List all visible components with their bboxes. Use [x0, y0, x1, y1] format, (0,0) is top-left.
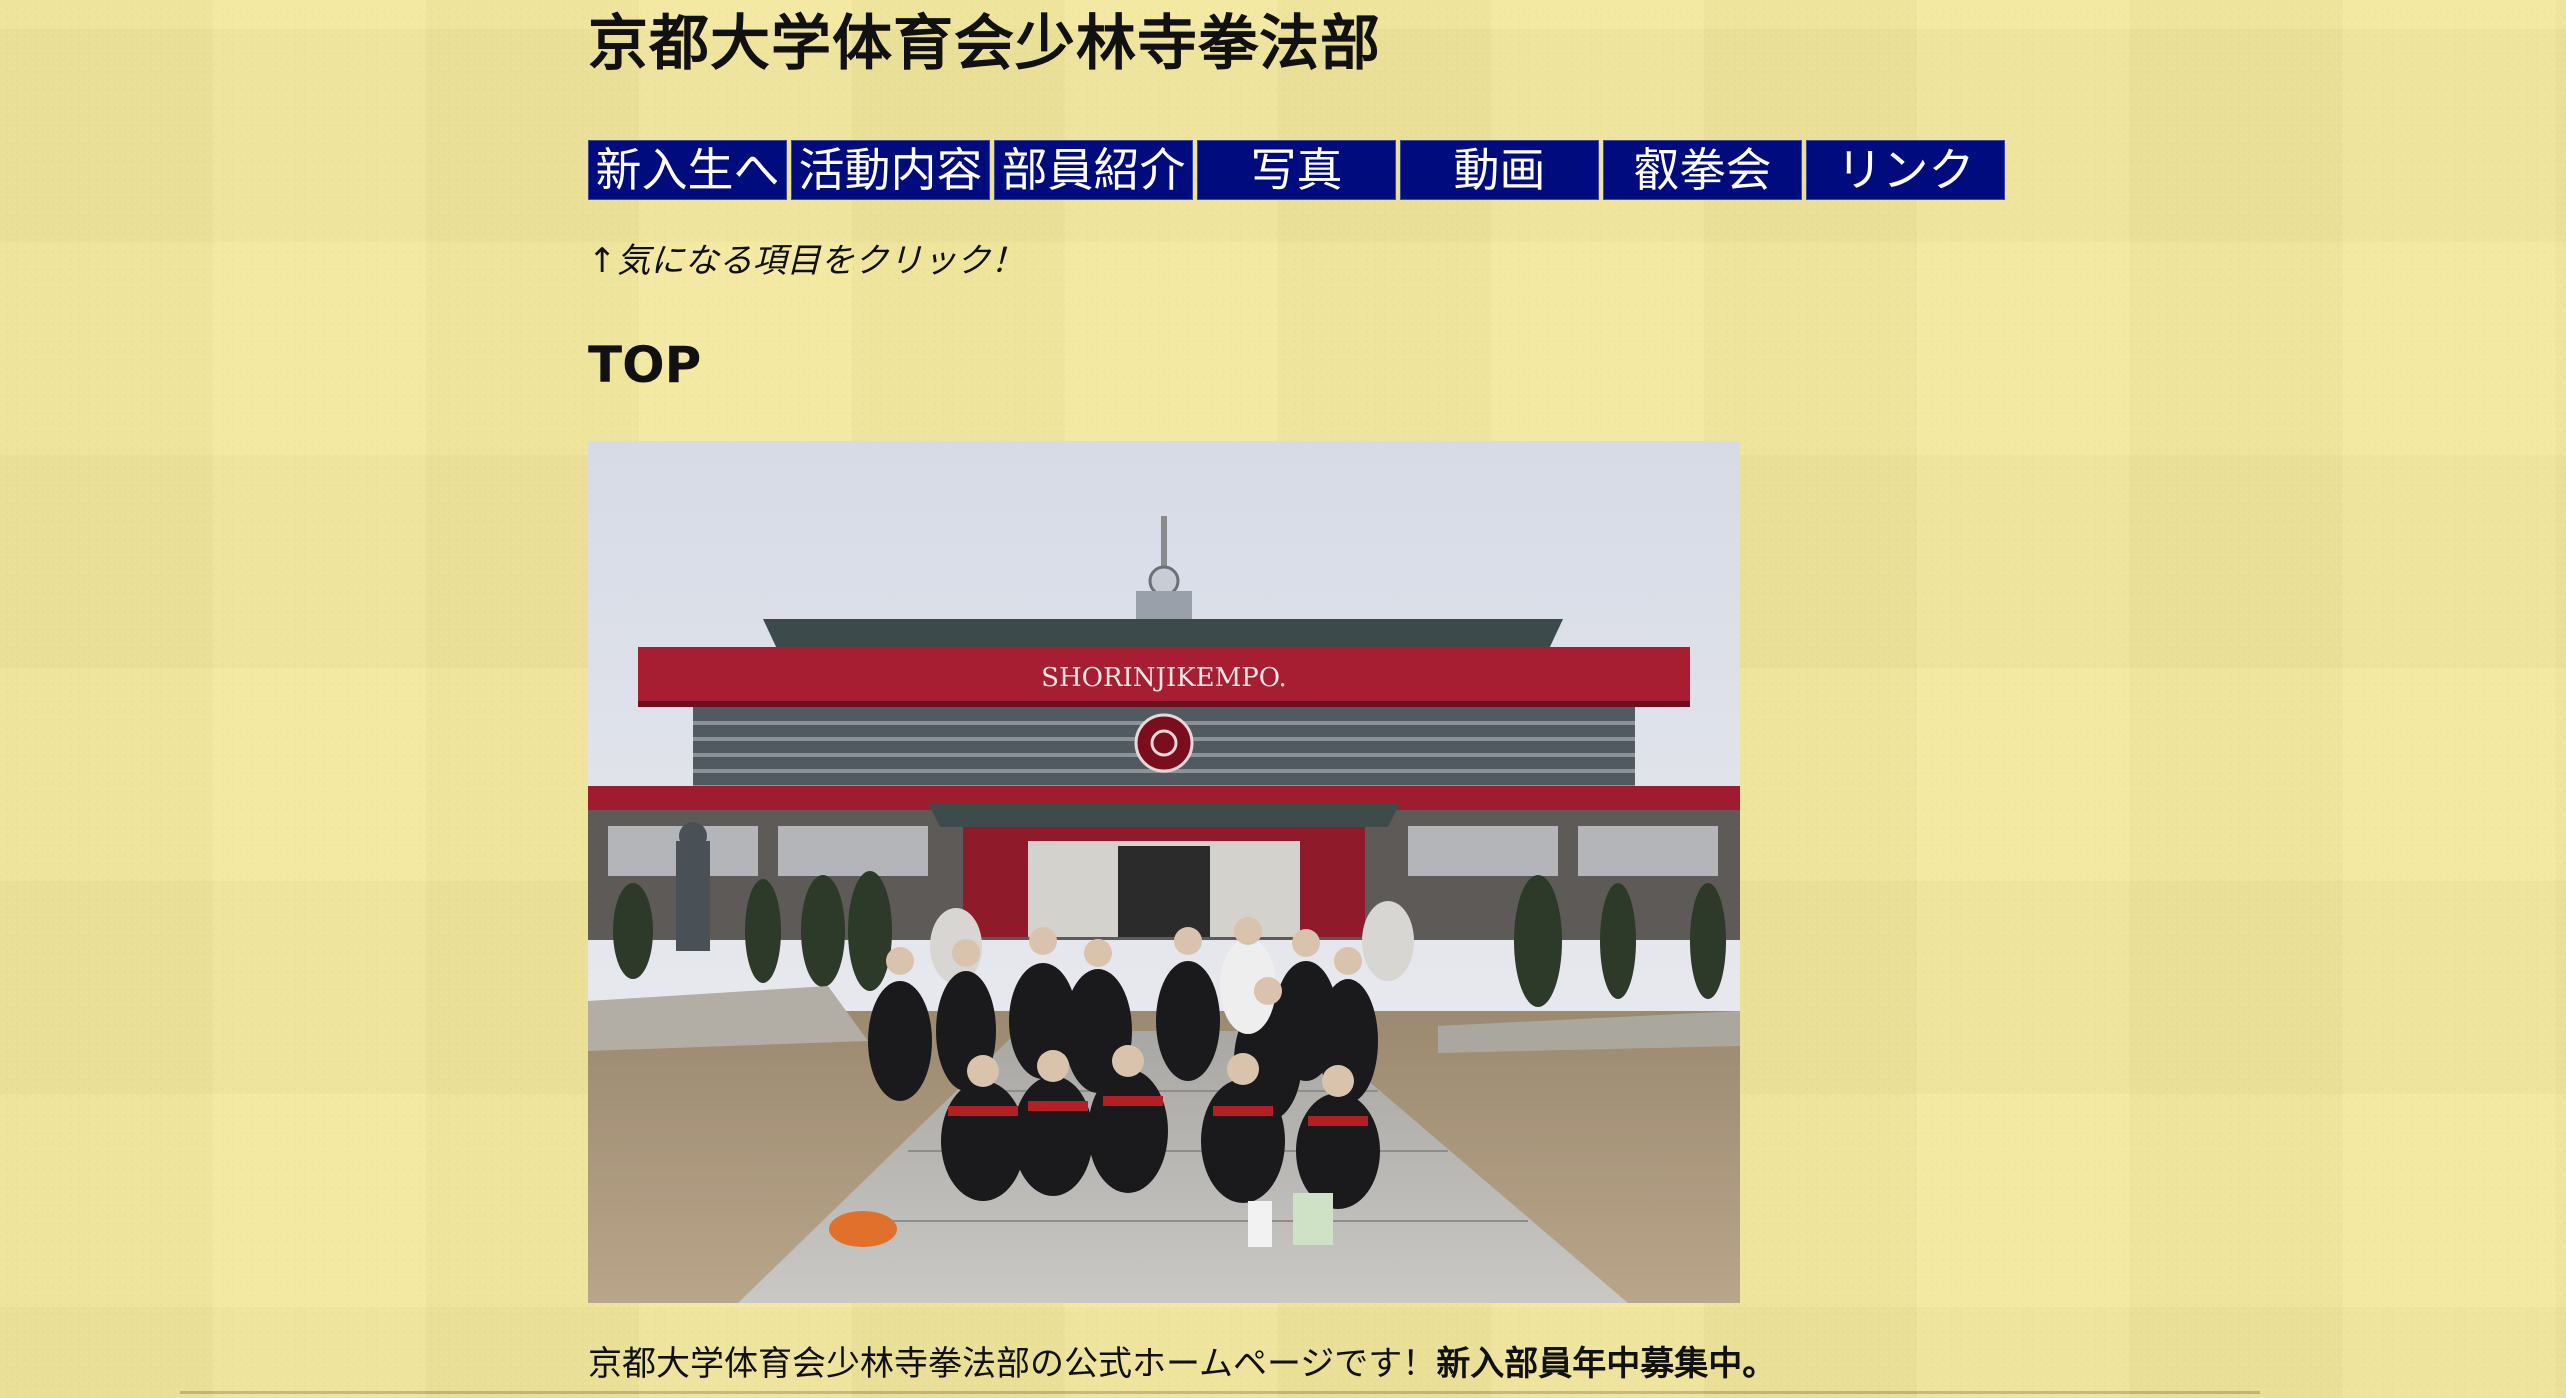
intro-text: 京都大学体育会少林寺拳法部の公式ホームページです！新入部員年中募集中。 [588, 1340, 1776, 1388]
nav-item-freshmen[interactable]: 新入生へ [588, 140, 787, 200]
nav-item-photos[interactable]: 写真 [1197, 140, 1396, 200]
recruiting-notice: 新入部員年中募集中。 [1436, 1344, 1777, 1384]
section-heading: TOP [588, 336, 702, 394]
site-title: 京都大学体育会少林寺拳法部 [588, 9, 1381, 79]
main-nav: 新入生へ 活動内容 部員紹介 写真 動画 叡拳会 リンク [588, 140, 2005, 200]
nav-item-links[interactable]: リンク [1806, 140, 2005, 200]
nav-hint: ↑気になる項目をクリック！ [588, 241, 1025, 281]
photo-sign-text: SHORINJIKEMPO. [1041, 663, 1287, 693]
intro-text-main: 京都大学体育会少林寺拳法部の公式ホームページです！ [588, 1344, 1437, 1384]
nav-item-eikenkai[interactable]: 叡拳会 [1603, 140, 1802, 200]
nav-item-videos[interactable]: 動画 [1400, 140, 1599, 200]
group-photo: SHORINJIKEMPO. [588, 441, 1740, 1303]
nav-item-activities[interactable]: 活動内容 [791, 140, 990, 200]
page-bottom-divider [180, 1391, 2260, 1394]
nav-item-members[interactable]: 部員紹介 [994, 140, 1193, 200]
